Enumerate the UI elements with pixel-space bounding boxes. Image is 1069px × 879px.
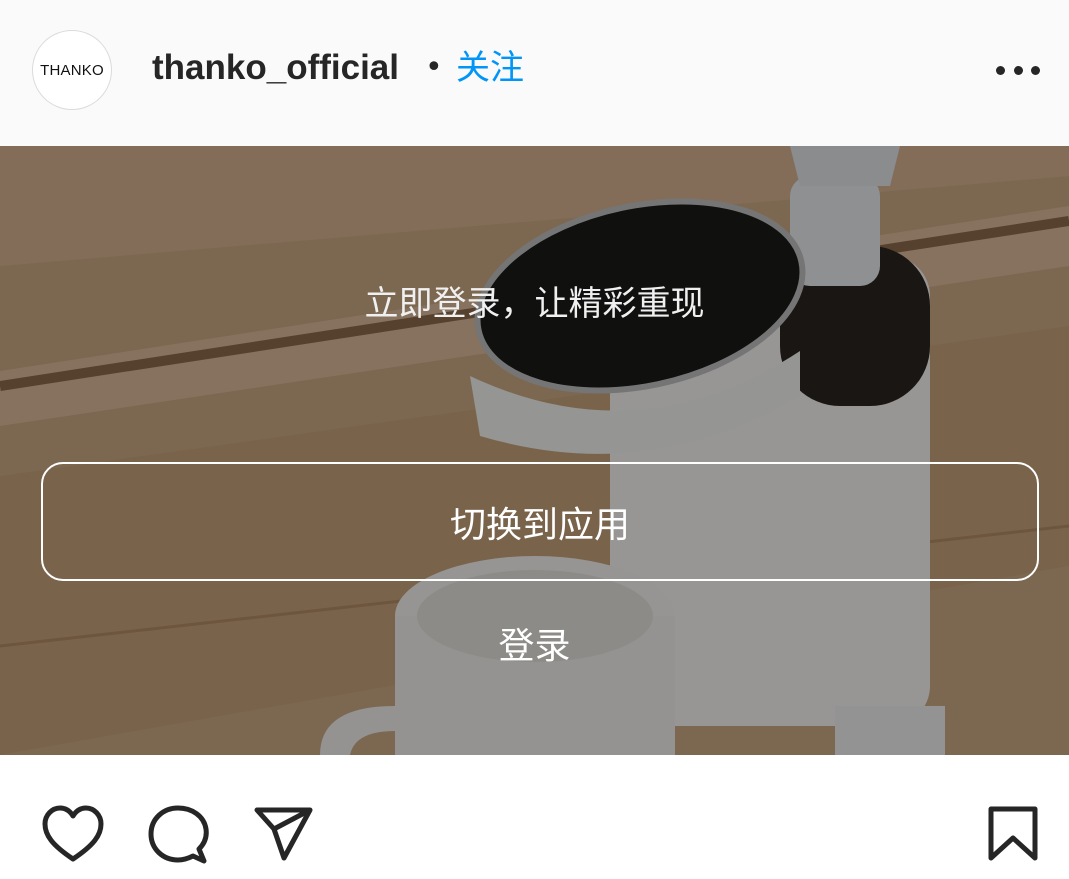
post-media: 立即登录，让精彩重现 切换到应用 登录	[0, 146, 1069, 755]
avatar[interactable]: THANKO	[32, 30, 112, 110]
login-button[interactable]: 登录	[0, 621, 1069, 673]
bookmark-icon[interactable]	[988, 806, 1038, 862]
post-header: THANKO thanko_official • 关注	[0, 0, 1069, 146]
heart-icon[interactable]	[42, 805, 104, 863]
separator-dot: •	[425, 50, 443, 85]
share-icon[interactable]	[254, 807, 314, 861]
follow-button[interactable]: 关注	[456, 46, 524, 90]
post-action-bar	[0, 755, 1069, 879]
switch-to-app-button[interactable]: 切换到应用	[41, 462, 1039, 581]
avatar-logo-text: THANKO	[40, 61, 104, 79]
more-options-icon[interactable]	[996, 62, 1040, 78]
username-link[interactable]: thanko_official	[152, 46, 399, 90]
login-prompt: 立即登录，让精彩重现	[364, 284, 705, 324]
comment-icon[interactable]	[147, 805, 209, 865]
